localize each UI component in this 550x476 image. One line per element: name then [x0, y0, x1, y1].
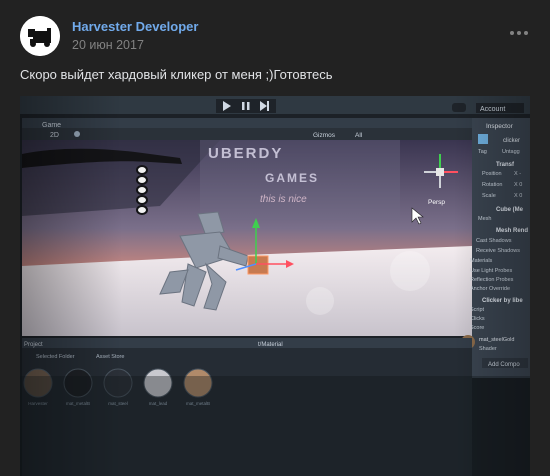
material-thumbnail: [103, 368, 133, 398]
svg-text:Cast Shadows: Cast Shadows: [476, 238, 512, 244]
svg-text:Selected Folder: Selected Folder: [36, 354, 75, 360]
gizmos-menu: Gizmos: [313, 132, 336, 139]
cube-icon: [478, 134, 488, 144]
tab-game: Game: [42, 122, 61, 129]
svg-text:Asset Store: Asset Store: [96, 354, 124, 360]
material-thumbnail: [23, 368, 53, 398]
svg-text:X -: X -: [514, 171, 521, 177]
svg-text:Untagg: Untagg: [502, 149, 520, 155]
asset-label: mat_metalB: [186, 401, 210, 406]
cloud-icon: [452, 103, 466, 112]
post-photo[interactable]: Account Game 2D Gizmos All UBERDY GAMES …: [20, 96, 530, 476]
svg-text:Rotation: Rotation: [482, 182, 503, 188]
svg-text:Materials: Materials: [470, 258, 493, 264]
search-all: All: [355, 132, 363, 139]
svg-text:Script: Script: [470, 307, 485, 313]
unity-editor-photo: Account Game 2D Gizmos All UBERDY GAMES …: [20, 96, 530, 476]
svg-text:Clicker by libe: Clicker by libe: [482, 298, 523, 304]
svg-text:Position: Position: [482, 171, 502, 177]
svg-text:clicker: clicker: [503, 138, 520, 144]
svg-text:Clicks: Clicks: [470, 316, 485, 322]
asset-label: mat_steel: [108, 401, 128, 406]
svg-text:Cube (Me: Cube (Me: [496, 207, 524, 213]
svg-text:Mesh Rend: Mesh Rend: [496, 228, 528, 234]
post-date[interactable]: 20 июн 2017: [72, 38, 144, 52]
post-header: Harvester Developer 20 июн 2017: [20, 16, 530, 56]
pause-icon: [242, 102, 245, 110]
svg-text:Receive Shadows: Receive Shadows: [476, 248, 520, 254]
asset-label: mat_metalB: [66, 401, 90, 406]
avatar[interactable]: [20, 16, 60, 56]
author-name[interactable]: Harvester Developer: [72, 19, 198, 34]
scene-title-1: UBERDY: [208, 145, 283, 162]
svg-text:Tag: Tag: [478, 149, 487, 155]
material-thumbnail: [143, 368, 173, 398]
svg-text:Scale: Scale: [482, 193, 496, 199]
material-thumbnail: [183, 368, 213, 398]
svg-text:mat_steelGold: mat_steelGold: [479, 337, 514, 343]
post-text: Скоро выйдет хардовый кликер от меня ;)Г…: [20, 67, 333, 82]
asset-label: mat_lead: [149, 401, 168, 406]
svg-text:Anchor Override: Anchor Override: [470, 286, 510, 292]
account-label: Account: [480, 106, 505, 113]
svg-text:Reflection Probes: Reflection Probes: [470, 277, 514, 283]
svg-text:t/Material: t/Material: [258, 342, 283, 348]
material-thumbnail: [63, 368, 93, 398]
svg-text:Shader: Shader: [479, 346, 497, 352]
svg-text:Use Light Probes: Use Light Probes: [470, 268, 512, 274]
harvester-logo-icon: [20, 16, 60, 56]
inspector-tab: Inspector: [486, 123, 514, 130]
view-2d-toggle: 2D: [50, 132, 59, 139]
chain-decoration: [136, 165, 148, 215]
svg-text:Score: Score: [470, 325, 484, 331]
persp-label: Persp: [428, 199, 445, 206]
svg-text:Mesh: Mesh: [478, 216, 491, 222]
svg-text:X 0: X 0: [514, 193, 522, 199]
add-component-button: Add Compo: [488, 362, 520, 368]
project-tab: Project: [24, 342, 43, 348]
scene-subtitle: this is nice: [260, 194, 307, 205]
svg-text:Transf: Transf: [496, 162, 515, 168]
light-icon: [74, 131, 80, 137]
asset-label: Harvester: [28, 401, 48, 406]
more-dots-icon[interactable]: [510, 28, 528, 38]
svg-text:X 0: X 0: [514, 182, 522, 188]
scene-title-2: GAMES: [265, 171, 319, 185]
